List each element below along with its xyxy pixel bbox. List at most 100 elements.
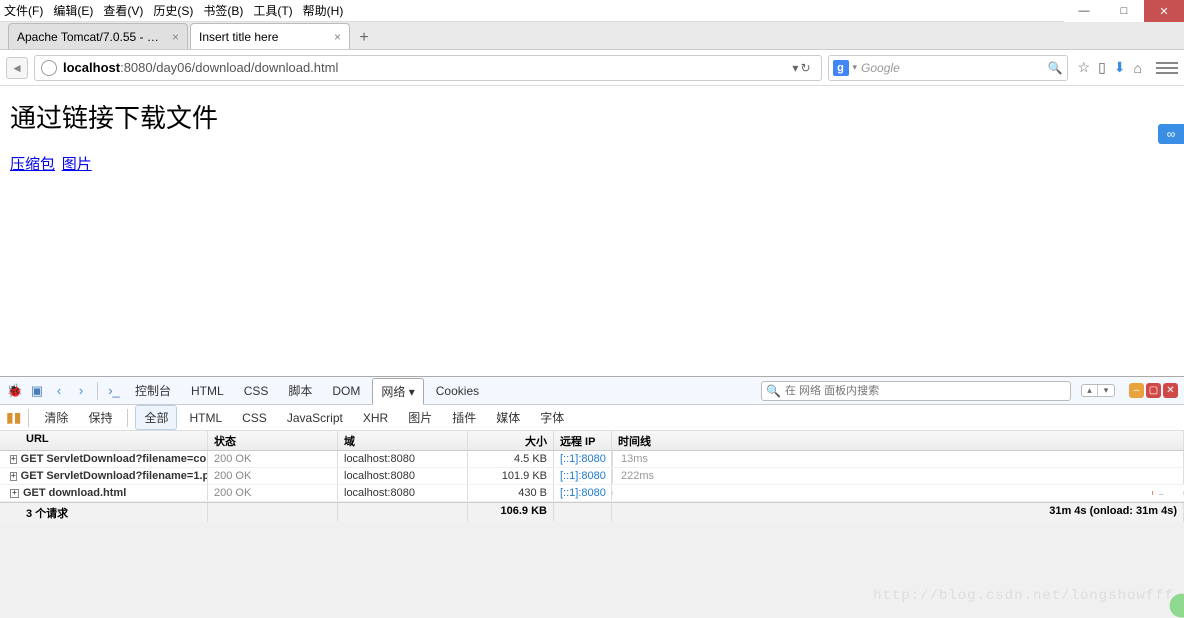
col-timeline[interactable]: 时间线 <box>612 431 1184 450</box>
nav-next-icon[interactable]: › <box>72 382 90 400</box>
filter-plugin[interactable]: 插件 <box>444 406 484 429</box>
pause-icon[interactable]: ▮▮ <box>6 409 21 426</box>
request-status: 200 OK <box>208 468 338 484</box>
devtools-toolbar: 🐞 ▣ ‹ › ›_ 控制台 HTML CSS 脚本 DOM 网络 ▾ Cook… <box>0 377 1184 405</box>
request-size: 430 B <box>468 485 554 501</box>
search-dropdown-icon[interactable]: ▾ <box>853 62 858 73</box>
filter-css[interactable]: CSS <box>234 408 275 428</box>
request-domain: localhost:8080 <box>338 451 468 467</box>
table-row[interactable]: + GET ServletDownload?filename=cors 200 O… <box>0 451 1184 468</box>
expand-icon[interactable]: + <box>10 455 17 464</box>
browser-tab-1[interactable]: Insert title here × <box>190 23 350 49</box>
col-status[interactable]: 状态 <box>208 431 338 450</box>
tab-title: Apache Tomcat/7.0.55 - Erro... <box>17 30 166 44</box>
link-image[interactable]: 图片 <box>62 157 92 173</box>
table-header: URL 状态 域 大小 远程 IP 时间线 <box>0 431 1184 451</box>
devtools-search-input[interactable] <box>785 385 1066 397</box>
menu-help[interactable]: 帮助(H) <box>303 2 344 19</box>
col-url[interactable]: URL <box>0 431 208 450</box>
devtools-search[interactable]: 🔍 <box>761 381 1071 401</box>
request-time: 13ms <box>612 451 1184 467</box>
request-status: 200 OK <box>208 451 338 467</box>
table-row[interactable]: +GET download.html 200 OK localhost:8080… <box>0 485 1184 502</box>
tab-dom[interactable]: DOM <box>324 380 368 402</box>
firebug-icon[interactable]: 🐞 <box>6 382 24 400</box>
reload-icon[interactable]: ↻ <box>800 61 810 75</box>
tab-css[interactable]: CSS <box>236 380 277 402</box>
window-maximize[interactable]: □ <box>1104 0 1144 22</box>
home-icon[interactable]: ⌂ <box>1134 60 1142 76</box>
menu-edit[interactable]: 编辑(E) <box>53 2 93 19</box>
filter-font[interactable]: 字体 <box>532 406 572 429</box>
close-icon[interactable]: × <box>172 30 179 44</box>
google-icon: g <box>833 60 849 76</box>
request-size: 4.5 KB <box>468 451 554 467</box>
window-minimize[interactable]: — <box>1064 0 1104 22</box>
table-footer: 3 个请求 106.9 KB 31m 4s (onload: 31m 4s) <box>0 502 1184 522</box>
dropdown-icon[interactable]: ▾ <box>792 61 798 75</box>
col-size[interactable]: 大小 <box>468 431 554 450</box>
window-controls: — □ ✕ <box>1064 0 1184 22</box>
tab-script[interactable]: 脚本 <box>280 378 320 403</box>
window-close[interactable]: ✕ <box>1144 0 1184 22</box>
search-box[interactable]: g ▾ Google 🔍 <box>828 55 1068 81</box>
search-placeholder: Google <box>861 61 1044 75</box>
menu-tools[interactable]: 工具(T) <box>253 2 292 19</box>
close-devtools-button[interactable]: ✕ <box>1163 383 1178 398</box>
close-icon[interactable]: × <box>334 30 341 44</box>
new-tab-button[interactable]: + <box>352 27 376 49</box>
link-archive[interactable]: 压缩包 <box>10 157 55 173</box>
filter-html[interactable]: HTML <box>181 408 230 428</box>
menu-bookmarks[interactable]: 书签(B) <box>203 2 243 19</box>
browser-tab-0[interactable]: Apache Tomcat/7.0.55 - Erro... × <box>8 23 188 49</box>
menu-view[interactable]: 查看(V) <box>103 2 143 19</box>
popout-devtools-button[interactable]: ▢ <box>1146 383 1161 398</box>
inspect-icon[interactable]: ▣ <box>28 382 46 400</box>
request-url: GET ServletDownload?filename=1.pn <box>21 470 208 482</box>
address-bar[interactable]: localhost:8080/day06/download/download.h… <box>34 55 822 81</box>
request-url: GET download.html <box>23 487 126 499</box>
expand-icon[interactable]: + <box>10 472 17 481</box>
btn-clear[interactable]: 清除 <box>36 406 76 429</box>
request-size: 101.9 KB <box>468 468 554 484</box>
footer-size: 106.9 KB <box>468 503 554 522</box>
minimize-devtools-button[interactable]: – <box>1129 383 1144 398</box>
search-nav[interactable]: ▴▾ <box>1081 384 1115 397</box>
menu-bar: 文件(F) 编辑(E) 查看(V) 历史(S) 书签(B) 工具(T) 帮助(H… <box>0 0 1184 22</box>
table-row[interactable]: + GET ServletDownload?filename=1.pn 200 O… <box>0 468 1184 485</box>
tab-net[interactable]: 网络 ▾ <box>372 378 423 405</box>
request-ip: [::1]:8080 <box>554 451 612 467</box>
navigation-toolbar: ◄ localhost:8080/day06/download/download… <box>0 50 1184 86</box>
btn-keep[interactable]: 保持 <box>80 406 120 429</box>
tab-cookies[interactable]: Cookies <box>428 380 487 402</box>
console-icon[interactable]: ›_ <box>105 382 123 400</box>
filter-js[interactable]: JavaScript <box>279 408 351 428</box>
bookmark-star-icon[interactable]: ☆ <box>1078 59 1091 76</box>
filter-img[interactable]: 图片 <box>400 406 440 429</box>
nav-prev-icon[interactable]: ‹ <box>50 382 68 400</box>
watermark: http://blog.csdn.net/longshowfff <box>873 588 1174 604</box>
footer-timing: 31m 4s (onload: 31m 4s) <box>612 503 1184 522</box>
tab-html[interactable]: HTML <box>183 380 232 402</box>
filter-all[interactable]: 全部 <box>135 405 177 430</box>
url-text: localhost:8080/day06/download/download.h… <box>63 60 786 75</box>
request-ip: [::1]:8080 <box>554 485 612 501</box>
expand-icon[interactable]: + <box>10 489 19 498</box>
net-subtoolbar: ▮▮ 清除 保持 全部 HTML CSS JavaScript XHR 图片 插… <box>0 405 1184 431</box>
search-icon[interactable]: 🔍 <box>1048 61 1063 75</box>
request-url: GET ServletDownload?filename=cors <box>21 453 208 465</box>
back-button[interactable]: ◄ <box>6 57 28 79</box>
filter-xhr[interactable]: XHR <box>355 408 396 428</box>
menu-file[interactable]: 文件(F) <box>4 2 43 19</box>
clipboard-icon[interactable]: ▯ <box>1098 59 1106 76</box>
menu-history[interactable]: 历史(S) <box>153 2 193 19</box>
filter-media[interactable]: 媒体 <box>488 406 528 429</box>
request-status: 200 OK <box>208 485 338 501</box>
tab-console[interactable]: 控制台 <box>127 378 179 403</box>
hamburger-menu-icon[interactable] <box>1156 57 1178 79</box>
side-share-icon[interactable]: ∞ <box>1158 124 1184 144</box>
download-icon[interactable]: ⬇ <box>1114 59 1126 76</box>
col-domain[interactable]: 域 <box>338 431 468 450</box>
col-ip[interactable]: 远程 IP <box>554 431 612 450</box>
tab-bar: Apache Tomcat/7.0.55 - Erro... × Insert … <box>0 22 1184 50</box>
